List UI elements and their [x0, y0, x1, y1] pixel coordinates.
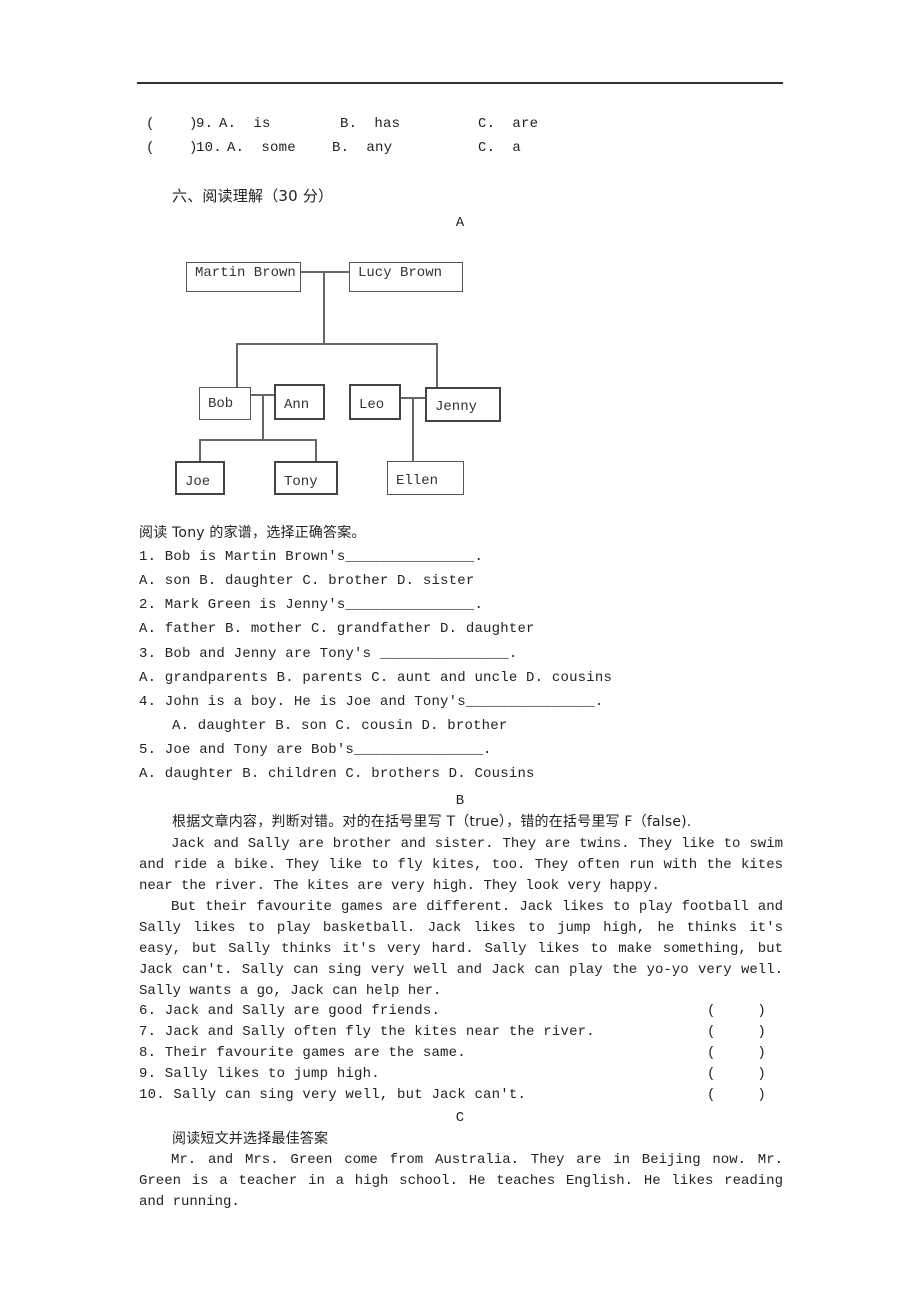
- option-c: C. are: [478, 116, 539, 132]
- tree-node-bob: Bob: [199, 387, 251, 420]
- part-b-paragraph-2: But their favourite games are different.…: [139, 897, 783, 1002]
- tree-node-lucy-brown: Lucy Brown: [349, 262, 463, 292]
- statement-8: 8. Their favourite games are the same.: [139, 1045, 466, 1061]
- answer-paren-8[interactable]: ( ): [707, 1043, 766, 1064]
- part-a-label: A: [455, 215, 465, 231]
- question-number: 9.: [196, 116, 214, 132]
- question-4-options: A. daughter B. son C. cousin D. brother: [172, 718, 508, 734]
- question-5-options: A. daughter B. children C. brothers D. C…: [139, 766, 535, 782]
- option-b: B. has: [340, 116, 401, 132]
- statement-10: 10. Sally can sing very well, but Jack c…: [139, 1087, 527, 1103]
- question-1: 1. Bob is Martin Brown's_______________.: [139, 549, 484, 565]
- statement-6: 6. Jack and Sally are good friends.: [139, 1003, 441, 1019]
- descent-line-grandparents: [323, 271, 325, 344]
- paragraph-text: Mr. and Mrs. Green come from Australia. …: [139, 1152, 783, 1210]
- part-b-instruction: 根据文章内容，判断对错。对的在括号里写 T（true），错的在括号里写 F（fa…: [172, 814, 692, 830]
- paragraph-text: Jack and Sally are brother and sister. T…: [139, 836, 783, 894]
- question-number: 10.: [196, 140, 222, 156]
- tree-node-joe: Joe: [175, 461, 225, 495]
- answer-paren-10[interactable]: ( ): [707, 1085, 766, 1106]
- part-a-instruction: 阅读 Tony 的家谱，选择正确答案。: [139, 525, 366, 541]
- option-a: A. is: [219, 116, 271, 132]
- tree-node-ellen: Ellen: [387, 461, 464, 495]
- part-b-label: B: [455, 793, 465, 809]
- tree-node-jenny: Jenny: [425, 387, 501, 422]
- question-5: 5. Joe and Tony are Bob's_______________…: [139, 742, 492, 758]
- section-title: 六、阅读理解（30 分）: [172, 187, 334, 205]
- part-c-paragraph: Mr. and Mrs. Green come from Australia. …: [139, 1150, 783, 1213]
- question-3: 3. Bob and Jenny are Tony's ____________…: [139, 646, 518, 662]
- part-c-label: C: [455, 1110, 465, 1126]
- option-c: C. a: [478, 140, 522, 156]
- question-2-options: A. father B. mother C. grandfather D. da…: [139, 621, 535, 637]
- part-b-paragraph-1: Jack and Sally are brother and sister. T…: [139, 834, 783, 897]
- answer-paren-6[interactable]: ( ): [707, 1001, 766, 1022]
- statement-9: 9. Sally likes to jump high.: [139, 1066, 380, 1082]
- option-a: A. some: [227, 140, 296, 156]
- question-4: 4. John is a boy. He is Joe and Tony's__…: [139, 694, 604, 710]
- question-3-options: A. grandparents B. parents C. aunt and u…: [139, 670, 613, 686]
- branch-line-tony: [315, 439, 317, 461]
- branch-line-bob: [236, 343, 238, 388]
- answer-paren-7[interactable]: ( ): [707, 1022, 766, 1043]
- part-c-instruction: 阅读短文并选择最佳答案: [172, 1131, 329, 1147]
- answer-paren-9[interactable]: ( ): [707, 1064, 766, 1085]
- tree-node-martin-brown: Martin Brown: [186, 262, 301, 292]
- descent-line-leo-jenny: [412, 397, 414, 462]
- option-b: B. any: [332, 140, 393, 156]
- branch-line-jenny: [436, 343, 438, 387]
- header-rule: [137, 82, 783, 84]
- marriage-line-grandparents: [300, 271, 350, 273]
- tree-node-leo: Leo: [349, 384, 401, 420]
- answer-paren[interactable]: ( ): [146, 114, 198, 135]
- answer-paren[interactable]: ( ): [146, 138, 198, 159]
- children-line-bob-ann: [199, 439, 317, 441]
- statement-7: 7. Jack and Sally often fly the kites ne…: [139, 1024, 595, 1040]
- sibling-line: [236, 343, 438, 345]
- question-1-options: A. son B. daughter C. brother D. sister: [139, 573, 475, 589]
- branch-line-joe: [199, 439, 201, 461]
- question-2: 2. Mark Green is Jenny's_______________.: [139, 597, 484, 613]
- paragraph-text: But their favourite games are different.…: [139, 899, 783, 999]
- tree-node-ann: Ann: [274, 384, 325, 420]
- tree-node-tony: Tony: [274, 461, 338, 495]
- descent-line-bob-ann: [262, 394, 264, 440]
